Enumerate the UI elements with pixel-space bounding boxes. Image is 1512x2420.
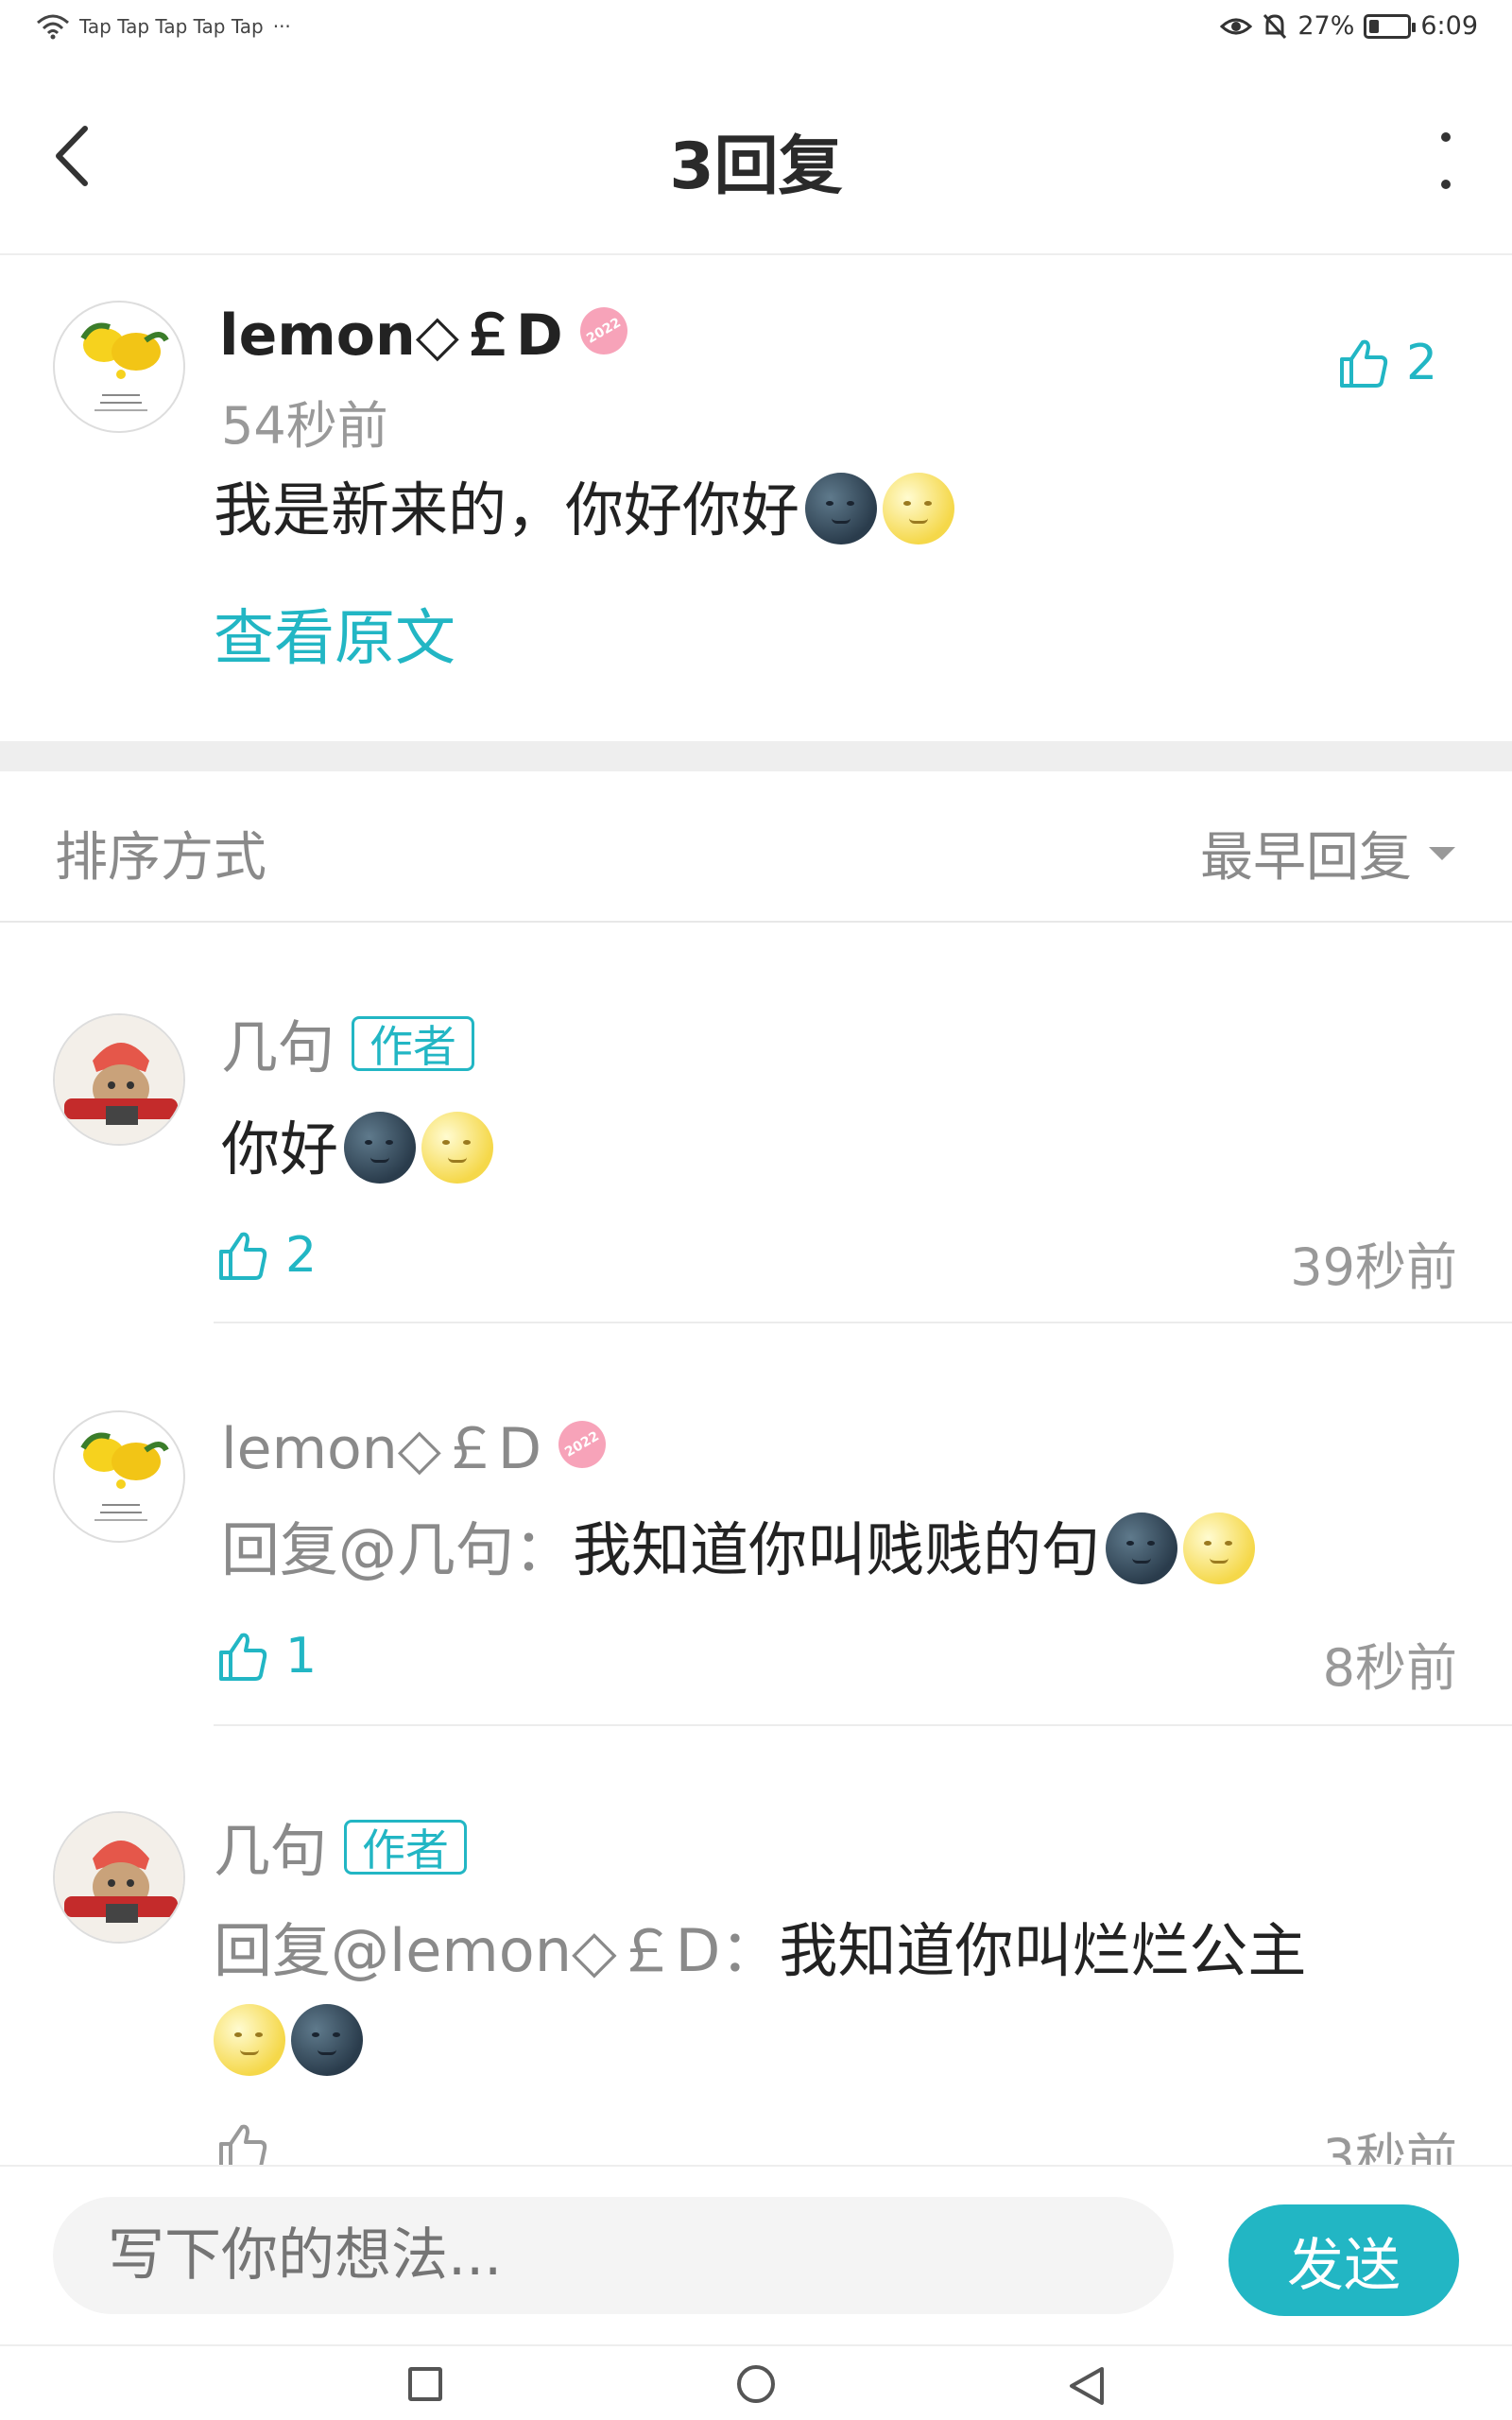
- dot: [1441, 180, 1451, 189]
- full-moon-face-emoji-icon: [883, 472, 955, 544]
- avatar[interactable]: [53, 301, 185, 433]
- recent-apps-button[interactable]: [408, 2367, 442, 2401]
- avatar[interactable]: [53, 1410, 185, 1543]
- post-time: 54秒前: [221, 396, 388, 456]
- username[interactable]: 几句: [221, 1002, 335, 1084]
- author-tag: 作者: [352, 1015, 474, 1072]
- section-divider: [0, 741, 1512, 771]
- thumbs-up-icon: [219, 1232, 267, 1280]
- cat-avatar-image: [55, 1015, 183, 1144]
- username[interactable]: lemon◇￡D: [221, 1403, 541, 1485]
- dot: [1441, 132, 1451, 142]
- post-text: 我是新来的，你好你好: [214, 475, 800, 544]
- reply-content: 回复@lemon◇￡D：我知道你叫烂烂公主: [214, 1906, 1470, 2087]
- new-moon-face-emoji-icon: [805, 472, 878, 544]
- like-count: 2: [1406, 335, 1438, 391]
- comment-composer: 发送: [0, 2165, 1512, 2344]
- full-moon-face-emoji-icon: [421, 1111, 494, 1184]
- sort-label: 排序方式: [55, 827, 266, 889]
- reply-prefix[interactable]: 回复@lemon◇￡D：: [214, 1916, 779, 1985]
- status-bar: Tap Tap Tap Tap Tap ··· 27% 6:09: [0, 0, 1512, 57]
- full-moon-face-emoji-icon: [1183, 1512, 1256, 1584]
- author-tag: 作者: [344, 1819, 467, 1876]
- eye-icon: [1220, 18, 1253, 34]
- reply-content: 回复@几句：我知道你叫贱贱的句: [221, 1505, 1256, 1596]
- username[interactable]: 几句: [214, 1806, 327, 1888]
- mute-bell-icon: [1263, 13, 1287, 39]
- view-original-link[interactable]: 查看原文: [214, 590, 455, 677]
- post-content: 我是新来的，你好你好: [214, 465, 955, 556]
- reply-text: 我知道你叫烂烂公主: [779, 1916, 1307, 1985]
- more-options-button[interactable]: [1436, 132, 1455, 189]
- new-moon-face-emoji-icon: [344, 1111, 417, 1184]
- sort-dropdown[interactable]: 最早回复: [1200, 815, 1455, 891]
- lemon-avatar-image: [80, 1432, 169, 1521]
- send-button[interactable]: 发送: [1228, 2204, 1459, 2316]
- sort-bar: 排序方式 最早回复: [0, 771, 1512, 923]
- more-notifications-icon: ···: [272, 15, 291, 38]
- reply-content: 你好: [221, 1104, 494, 1195]
- reply-author[interactable]: 几句 作者: [214, 1806, 467, 1888]
- reply-time: 39秒前: [1290, 1237, 1457, 1297]
- thumbs-up-icon: [219, 1633, 267, 1681]
- lemon-avatar-image: [80, 322, 169, 411]
- comment-input[interactable]: [53, 2197, 1174, 2314]
- like-button[interactable]: 2: [215, 1227, 317, 1284]
- like-count: 1: [285, 1628, 318, 1685]
- status-right: 27% 6:09: [1220, 11, 1478, 41]
- year-badge-icon: 2022: [549, 1411, 615, 1477]
- page-title: 3回复: [669, 130, 843, 204]
- avatar[interactable]: [53, 1811, 185, 1944]
- caret-down-icon: [1429, 846, 1455, 860]
- full-moon-face-emoji-icon: [214, 2003, 285, 2076]
- top-app-bar: 3回复: [0, 57, 1512, 255]
- home-button[interactable]: [737, 2365, 775, 2403]
- divider: [214, 1724, 1512, 1726]
- battery-percent: 27%: [1297, 11, 1355, 41]
- reply-author[interactable]: lemon◇￡D 2022: [221, 1403, 615, 1485]
- reply-author[interactable]: 几句 作者: [221, 1002, 474, 1084]
- like-button[interactable]: 2: [1336, 335, 1437, 391]
- thumbs-up-icon: [1340, 339, 1388, 388]
- post-author[interactable]: lemon◇￡D 2022: [219, 289, 636, 372]
- notification-apps-text: Tap Tap Tap Tap Tap: [79, 15, 264, 38]
- avatar[interactable]: [53, 1013, 185, 1146]
- like-button[interactable]: 1: [215, 1628, 317, 1685]
- wifi-icon: [37, 14, 69, 40]
- like-count: 2: [285, 1227, 318, 1284]
- reply-text: 你好: [221, 1115, 339, 1184]
- status-left: Tap Tap Tap Tap Tap ···: [36, 13, 291, 40]
- new-moon-face-emoji-icon: [1106, 1512, 1178, 1584]
- nav-back-triangle-icon[interactable]: [1068, 2365, 1106, 2407]
- new-moon-face-emoji-icon: [291, 2003, 363, 2076]
- system-nav-bar: [0, 2344, 1512, 2420]
- reply-prefix[interactable]: 回复@几句：: [221, 1515, 573, 1584]
- cat-avatar-image: [55, 1813, 183, 1942]
- divider: [214, 1322, 1512, 1323]
- username[interactable]: lemon◇￡D: [219, 289, 563, 372]
- year-badge-icon: 2022: [571, 298, 636, 363]
- reply-text: 我知道你叫贱贱的句: [573, 1515, 1101, 1584]
- sort-selected-value: 最早回复: [1200, 827, 1412, 889]
- battery-icon: [1364, 13, 1417, 39]
- clock: 6:09: [1420, 11, 1478, 41]
- reply-time: 8秒前: [1322, 1638, 1457, 1698]
